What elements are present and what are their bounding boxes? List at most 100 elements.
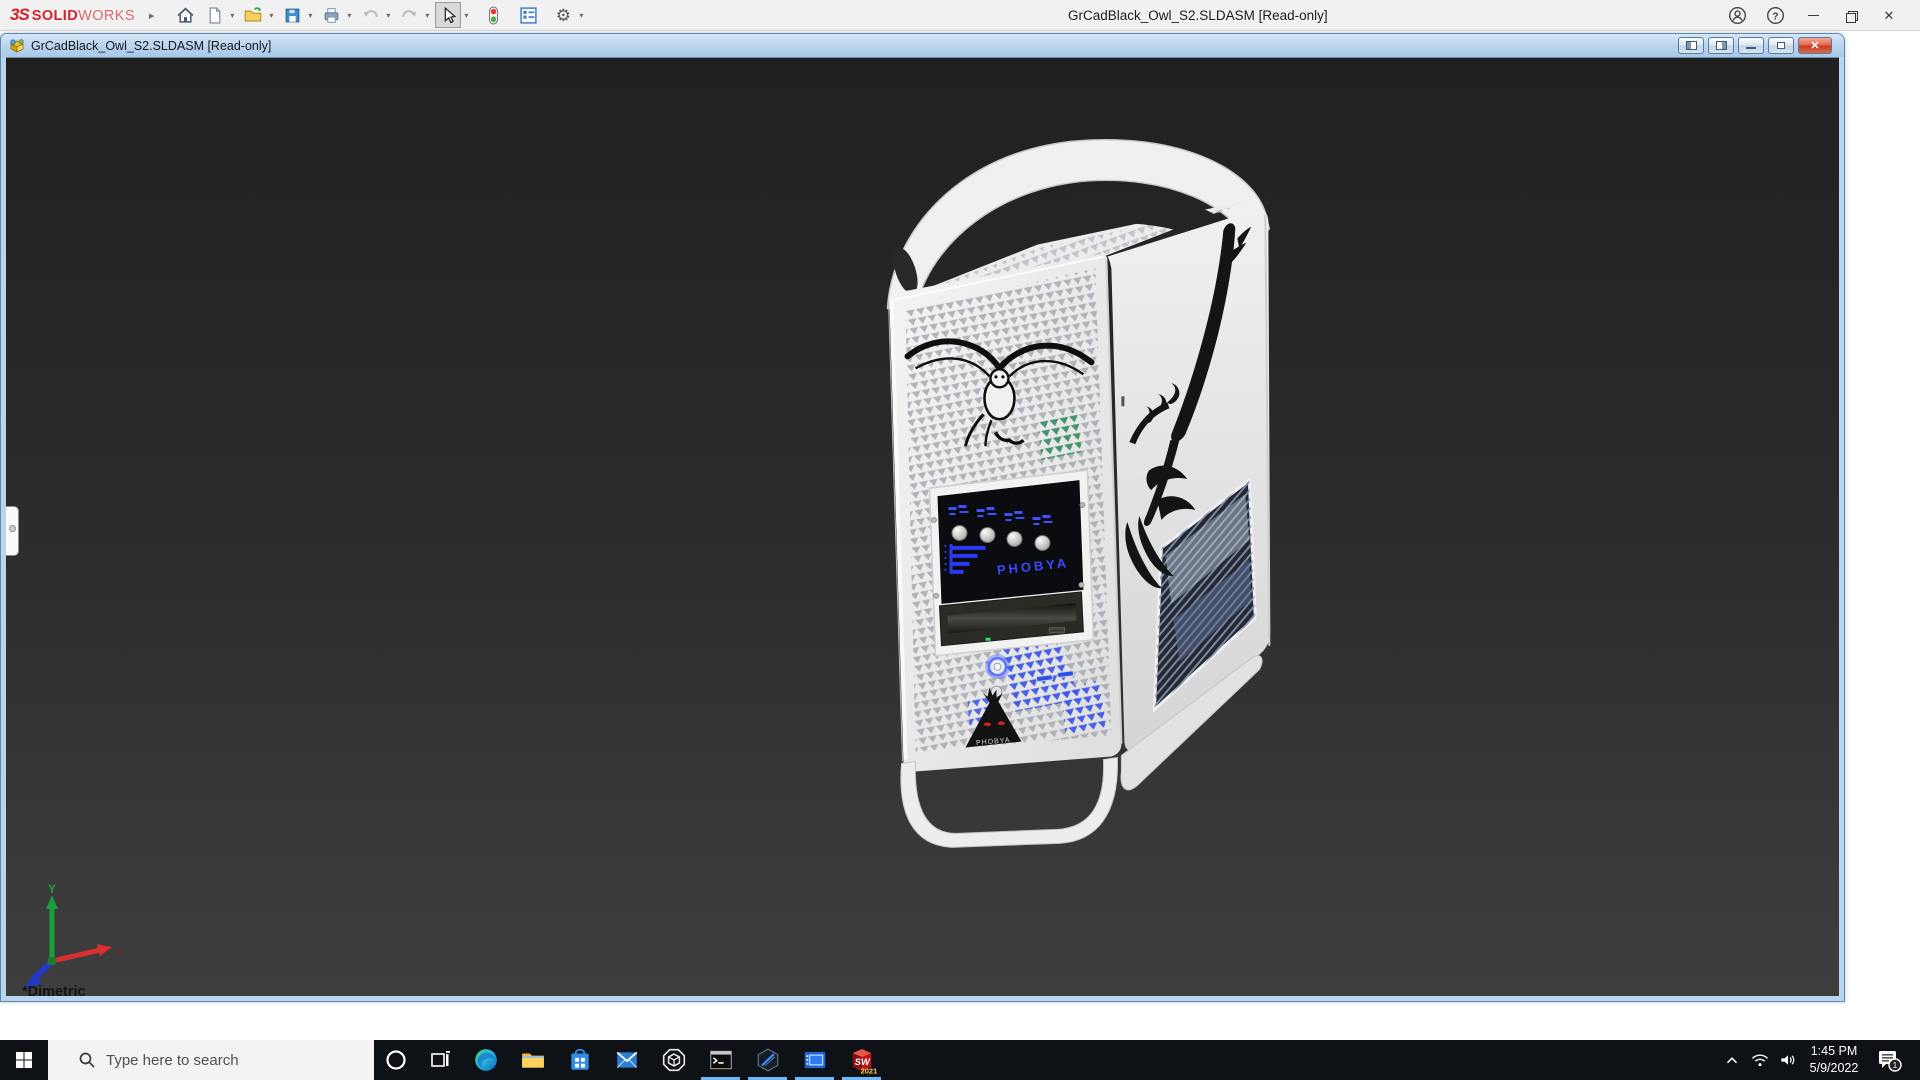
redo-dropdown[interactable]: ▾ bbox=[422, 11, 432, 20]
fan-controller-panel: PHOBYA bbox=[931, 480, 1084, 604]
home-icon bbox=[176, 6, 195, 25]
taskbar-item-file-explorer[interactable] bbox=[509, 1040, 556, 1080]
redo-icon bbox=[400, 6, 419, 25]
undo-icon bbox=[361, 6, 380, 25]
restore-icon bbox=[1846, 11, 1856, 21]
3d-viewer-icon bbox=[661, 1047, 687, 1073]
taskbar-item-3d-viewer[interactable] bbox=[650, 1040, 697, 1080]
display-settings-button[interactable] bbox=[515, 2, 541, 28]
redo-button[interactable] bbox=[396, 2, 422, 28]
minimize-icon bbox=[1808, 15, 1819, 16]
view-orientation-label: *Dimetric bbox=[22, 984, 86, 996]
print-button[interactable] bbox=[318, 2, 344, 28]
save-icon bbox=[283, 6, 302, 25]
hexagon-app-icon bbox=[755, 1047, 781, 1073]
eject-button bbox=[1049, 628, 1064, 633]
solidworks-logo: 3S SOLID WORKS bbox=[10, 5, 135, 25]
taskbar-item-media-app[interactable] bbox=[791, 1040, 838, 1080]
taskbar-item-command-prompt[interactable] bbox=[697, 1040, 744, 1080]
pane-left-button[interactable] bbox=[1678, 37, 1704, 54]
open-button[interactable] bbox=[240, 2, 266, 28]
new-document-button[interactable] bbox=[201, 2, 227, 28]
chevron-up-icon bbox=[1723, 1051, 1741, 1069]
user-account-button[interactable] bbox=[1722, 3, 1752, 29]
minimize-icon bbox=[1746, 47, 1756, 49]
select-tool-button[interactable] bbox=[435, 2, 461, 28]
windows-start-icon bbox=[15, 1051, 33, 1069]
options-dropdown[interactable]: ▾ bbox=[576, 11, 586, 20]
app-titlebar: 3S SOLID WORKS ▸ bbox=[0, 0, 1920, 31]
triad-x-label: X bbox=[116, 946, 124, 958]
taskbar-item-hexagon-app[interactable] bbox=[744, 1040, 791, 1080]
taskbar-item-edge[interactable] bbox=[462, 1040, 509, 1080]
front-foot-rail bbox=[901, 758, 1118, 848]
svg-text:?: ? bbox=[1772, 10, 1778, 22]
model-pc-case[interactable]: PHOBYA bbox=[888, 140, 1271, 848]
select-tool-dropdown[interactable]: ▾ bbox=[461, 11, 471, 20]
taskbar-clock[interactable]: 1:45 PM 5/9/2022 bbox=[1802, 1040, 1866, 1080]
media-app-icon bbox=[802, 1047, 828, 1073]
doc-restore-button[interactable] bbox=[1768, 37, 1794, 54]
graphics-viewport[interactable]: PHOBYA bbox=[6, 57, 1839, 996]
brand-expand-arrow-icon[interactable]: ▸ bbox=[149, 9, 155, 22]
rebuild-button[interactable] bbox=[480, 2, 506, 28]
cortana-icon bbox=[384, 1048, 408, 1072]
doc-close-button[interactable]: ✕ bbox=[1798, 37, 1832, 54]
close-button[interactable]: ✕ bbox=[1874, 3, 1904, 29]
select-cursor-icon bbox=[439, 6, 458, 25]
help-button[interactable]: ? bbox=[1760, 3, 1790, 29]
close-icon: ✕ bbox=[1884, 9, 1895, 22]
close-icon: ✕ bbox=[1810, 39, 1819, 52]
viewport-canvas[interactable]: PHOBYA bbox=[6, 58, 1839, 996]
taskbar-item-solidworks[interactable]: SW 2021 bbox=[838, 1040, 885, 1080]
save-dropdown[interactable]: ▾ bbox=[305, 11, 315, 20]
store-icon bbox=[567, 1047, 593, 1073]
undo-button[interactable] bbox=[357, 2, 383, 28]
tray-overflow-button[interactable] bbox=[1718, 1040, 1746, 1080]
search-input[interactable] bbox=[106, 1052, 356, 1069]
save-button[interactable] bbox=[279, 2, 305, 28]
taskbar-item-store[interactable] bbox=[556, 1040, 603, 1080]
document-titlebar[interactable]: GrCadBlack_Owl_S2.SLDASM [Read-only] ✕ bbox=[1, 34, 1844, 57]
pane-left-icon bbox=[1686, 41, 1697, 50]
window-controls: ? ✕ bbox=[1722, 0, 1920, 31]
feature-tree-flyout-tab[interactable] bbox=[6, 506, 19, 556]
taskbar-search[interactable] bbox=[48, 1040, 374, 1080]
brand-prefix: 3S bbox=[10, 5, 29, 25]
doc-minimize-button[interactable] bbox=[1738, 37, 1764, 54]
options-gear-icon: ⚙ bbox=[556, 7, 571, 24]
pane-right-button[interactable] bbox=[1708, 37, 1734, 54]
restore-button[interactable] bbox=[1836, 3, 1866, 29]
document-title: GrCadBlack_Owl_S2.SLDASM [Read-only] bbox=[31, 39, 271, 53]
cortana-button[interactable] bbox=[374, 1040, 418, 1080]
volume-icon bbox=[1778, 1050, 1798, 1070]
open-dropdown[interactable]: ▾ bbox=[266, 11, 276, 20]
desktop: 3S SOLID WORKS ▸ bbox=[0, 0, 1920, 1080]
undo-dropdown[interactable]: ▾ bbox=[383, 11, 393, 20]
mdi-area: GrCadBlack_Owl_S2.SLDASM [Read-only] ✕ bbox=[0, 32, 1920, 1040]
command-prompt-icon bbox=[708, 1047, 734, 1073]
print-dropdown[interactable]: ▾ bbox=[344, 11, 354, 20]
network-button[interactable] bbox=[1746, 1040, 1774, 1080]
orientation-triad: Y X bbox=[24, 882, 124, 989]
task-view-button[interactable] bbox=[418, 1040, 462, 1080]
document-window-controls: ✕ bbox=[1678, 37, 1832, 54]
start-button[interactable] bbox=[0, 1040, 48, 1080]
mail-icon bbox=[614, 1047, 640, 1073]
open-icon bbox=[243, 5, 263, 25]
notification-badge: 1 bbox=[1893, 1060, 1898, 1070]
rebuild-traffic-light-icon bbox=[484, 6, 503, 25]
taskbar-item-mail[interactable] bbox=[603, 1040, 650, 1080]
new-document-dropdown[interactable]: ▾ bbox=[227, 11, 237, 20]
minimize-button[interactable] bbox=[1798, 3, 1828, 29]
options-button[interactable]: ⚙ bbox=[550, 2, 576, 28]
drive-led bbox=[985, 638, 990, 641]
action-center-button[interactable]: 1 bbox=[1866, 1040, 1912, 1080]
app-title: GrCadBlack_Owl_S2.SLDASM [Read-only] bbox=[1068, 0, 1328, 31]
pane-right-icon bbox=[1716, 41, 1727, 50]
volume-button[interactable] bbox=[1774, 1040, 1802, 1080]
clock-time: 1:45 PM bbox=[1810, 1043, 1859, 1060]
home-button[interactable] bbox=[172, 2, 198, 28]
brand-bold: SOLID bbox=[32, 8, 78, 24]
document-frame: PHOBYA bbox=[1, 57, 1844, 1001]
